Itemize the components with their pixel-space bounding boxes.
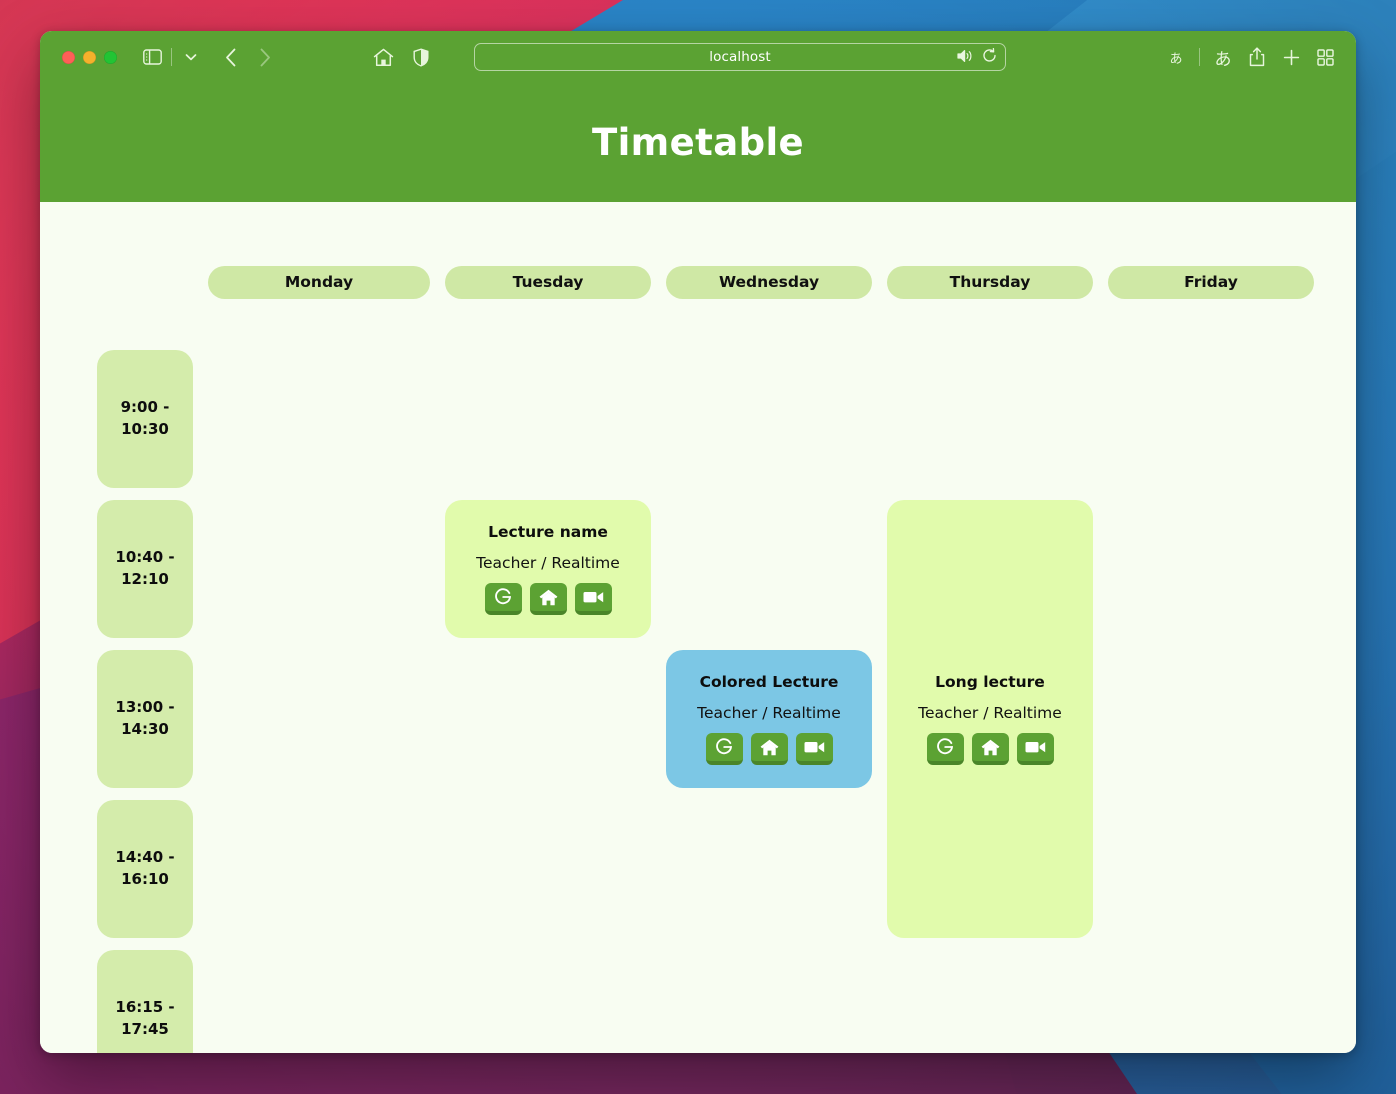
google-icon-button[interactable] [484,583,522,615]
time-slot-end: 10:30 [121,420,169,438]
google-icon [494,588,512,606]
speaker-icon[interactable] [957,48,973,67]
lecture-teacher: Teacher / Realtime [476,554,620,572]
sidebar-icon[interactable] [137,42,167,72]
home-icon[interactable] [368,42,398,72]
close-window-button[interactable] [62,50,75,64]
time-slot-1: 9:00 - 10:30 [97,350,193,488]
time-slot-start: 9:00 - [120,398,170,417]
lecture-card[interactable]: Long lecture Teacher / Realtime [887,500,1093,938]
address-bar[interactable]: localhost [474,43,1006,71]
time-slot-3: 13:00 - 14:30 [97,650,193,788]
toolbar-divider [171,48,172,66]
page-body: Monday Tuesday Wednesday Thursday Friday… [40,202,1356,1053]
google-icon-button[interactable] [926,733,964,765]
video-camera-icon-button[interactable] [574,583,612,615]
lecture-name: Lecture name [488,523,608,541]
video-camera-icon [804,740,825,754]
page-title: Timetable [591,121,805,164]
maximize-window-button[interactable] [104,50,117,64]
home-icon-button[interactable] [971,733,1009,765]
lecture-name: Long lecture [935,673,1045,691]
video-camera-icon-button[interactable] [1016,733,1054,765]
time-slot-start: 14:40 - [115,848,175,867]
time-slot-end: 16:10 [121,870,169,888]
time-slot-start: 16:15 - [115,998,175,1017]
video-camera-icon-button[interactable] [795,733,833,765]
minimize-window-button[interactable] [83,50,96,64]
lecture-name: Colored Lecture [699,673,839,691]
google-icon [936,738,954,756]
home-icon-button[interactable] [750,733,788,765]
chevron-down-icon[interactable] [176,42,206,72]
time-slot-4: 14:40 - 16:10 [97,800,193,938]
time-slot-5: 16:15 - 17:45 [97,950,193,1053]
time-slot-end: 17:45 [121,1020,169,1038]
browser-window: localhost あ あ Timetable Monday Tuesday W… [40,31,1356,1053]
time-slot-start: 13:00 - [115,698,175,717]
home-icon [760,739,779,756]
day-header-wednesday: Wednesday [666,265,872,299]
lecture-teacher: Teacher / Realtime [697,704,841,722]
lecture-actions [484,583,612,615]
home-icon-button[interactable] [529,583,567,615]
lecture-card[interactable]: Colored Lecture Teacher / Realtime [666,650,872,788]
address-bar-url: localhost [709,49,771,65]
home-icon [539,589,558,606]
page-header: Timetable [40,83,1356,202]
lecture-teacher: Teacher / Realtime [918,704,1062,722]
timetable-grid: Monday Tuesday Wednesday Thursday Friday… [97,260,1334,1053]
video-camera-icon [1025,740,1046,754]
google-icon [715,738,733,756]
window-controls [62,50,117,64]
home-icon [981,739,1000,756]
toolbar-divider-right [1199,48,1200,66]
day-header-monday: Monday [208,265,430,299]
day-header-tuesday: Tuesday [445,265,651,299]
forward-arrow-icon[interactable] [250,42,280,72]
video-camera-icon [583,590,604,604]
day-header-friday: Friday [1108,265,1314,299]
plus-icon[interactable] [1276,42,1306,72]
day-header-thursday: Thursday [887,265,1093,299]
back-arrow-icon[interactable] [216,42,246,72]
tab-grid-icon[interactable] [1310,42,1340,72]
google-icon-button[interactable] [705,733,743,765]
lecture-card[interactable]: Lecture name Teacher / Realtime [445,500,651,638]
lecture-actions [705,733,833,765]
ime-indicator-large[interactable]: あ [1208,42,1238,72]
browser-toolbar: localhost あ あ [40,31,1356,83]
share-icon[interactable] [1242,42,1272,72]
lecture-actions [926,733,1054,765]
time-slot-end: 14:30 [121,720,169,738]
time-slot-start: 10:40 - [115,548,175,567]
time-slot-2: 10:40 - 12:10 [97,500,193,638]
time-slot-end: 12:10 [121,570,169,588]
shield-icon[interactable] [406,42,436,72]
ime-indicator-small[interactable]: あ [1161,42,1191,72]
reload-icon[interactable] [982,47,997,67]
